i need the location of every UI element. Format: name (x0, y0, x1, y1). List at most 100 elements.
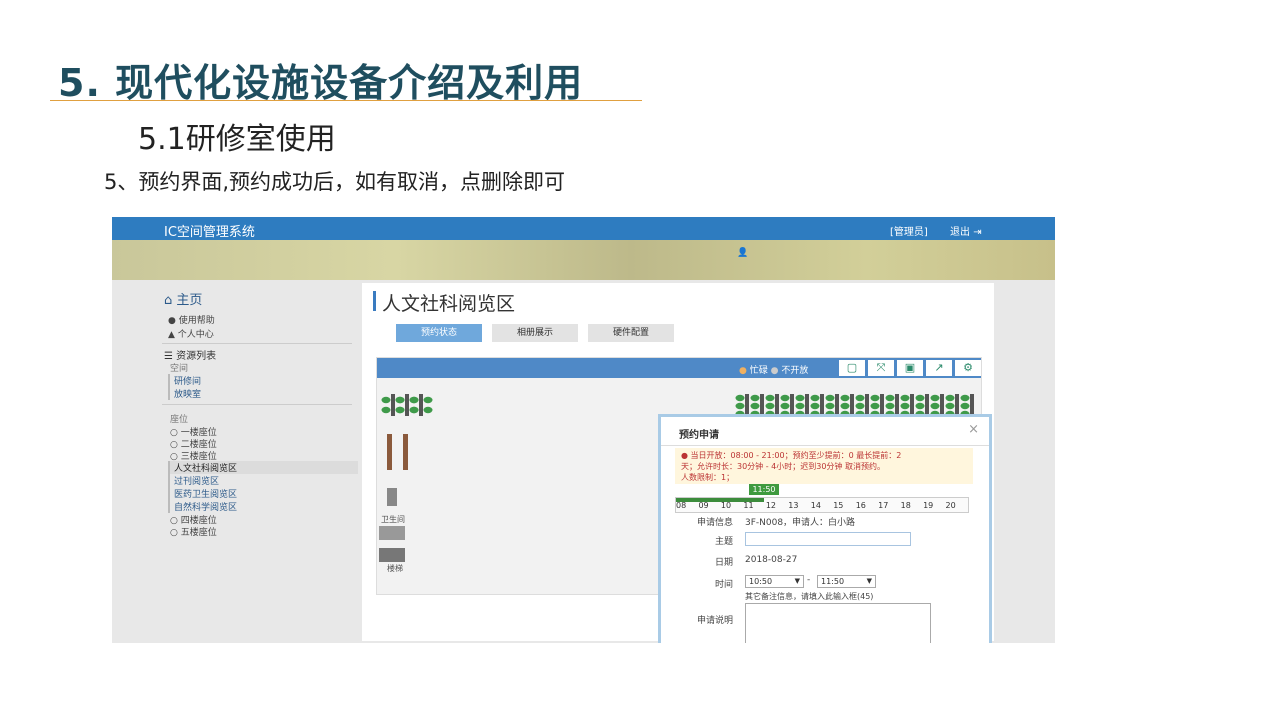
time-tick: 09 (698, 501, 709, 510)
seat[interactable] (409, 406, 419, 414)
help-icon: ● (168, 316, 176, 326)
nav-humanities-area[interactable]: 人文社科阅览区 (168, 461, 358, 474)
seat[interactable] (945, 402, 955, 410)
main-panel: 人文社科阅览区 预约状态 相册展示 硬件配置 ● 忙碌 ● 不开放 ▢ ⤧ ▣ … (362, 283, 994, 643)
label-desc: 申请说明 (696, 616, 733, 626)
seat[interactable] (945, 394, 955, 402)
subject-input[interactable] (745, 532, 911, 546)
app-screenshot: IC空间管理系统 [管理员] 退出 ⇥ 👤 ⌂ 主页 ● 使用帮助 ▲ 个人中心… (112, 217, 1055, 643)
seat[interactable] (750, 402, 760, 410)
tab-album[interactable]: 相册展示 (492, 324, 578, 342)
seat[interactable] (381, 396, 391, 404)
tab-hardware[interactable]: 硬件配置 (588, 324, 674, 342)
table (745, 394, 749, 416)
table (970, 394, 974, 416)
seat[interactable] (795, 402, 805, 410)
seat[interactable] (855, 402, 865, 410)
seat[interactable] (870, 394, 880, 402)
grid-icon[interactable]: ▣ (897, 360, 923, 376)
area-label-restroom: 卫生间 (381, 515, 405, 524)
seat[interactable] (735, 402, 745, 410)
time-tick: 19 (923, 501, 934, 510)
seat[interactable] (780, 402, 790, 410)
tab-booking-status[interactable]: 预约状态 (396, 324, 482, 342)
seat[interactable] (423, 396, 433, 404)
seat[interactable] (409, 396, 419, 404)
seat[interactable] (795, 394, 805, 402)
nav-medical-area[interactable]: 医药卫生阅览区 (168, 487, 358, 500)
seat[interactable] (825, 402, 835, 410)
rule-line: ● 当日开放：08:00 - 21:00；预约至少提前：0 最长提前：2 (681, 451, 902, 460)
seat[interactable] (810, 402, 820, 410)
logout-icon: ⇥ (973, 227, 982, 238)
fit-screen-icon[interactable]: ▢ (839, 360, 865, 376)
booking-dialog: 预约申请 × ● 当日开放：08:00 - 21:00；预约至少提前：0 最长提… (658, 414, 992, 643)
info-value: 3F-N008，申请人：白小路 (745, 518, 856, 528)
seat[interactable] (395, 396, 405, 404)
nav-floor-5[interactable]: ○ 五楼座位 (170, 525, 217, 538)
time-tick: 10 (720, 501, 732, 510)
seat[interactable] (900, 402, 910, 410)
seat[interactable] (885, 402, 895, 410)
seat[interactable] (735, 394, 745, 402)
seat[interactable] (930, 402, 940, 410)
desc-textarea[interactable] (745, 603, 931, 643)
seat[interactable] (395, 406, 405, 414)
seat[interactable] (840, 394, 850, 402)
time-tick: 16 (855, 501, 866, 510)
user-banner: 👤 (112, 240, 1055, 280)
close-icon[interactable]: × (968, 422, 979, 437)
seat[interactable] (855, 394, 865, 402)
seat[interactable] (381, 406, 391, 414)
label-subject: 主题 (714, 537, 733, 547)
slide-note: 5、预约界面,预约成功后，如有取消，点删除即可 (104, 170, 566, 194)
user-avatar-icon: 👤 (737, 248, 749, 258)
home-icon: ⌂ (164, 293, 173, 308)
seat[interactable] (930, 394, 940, 402)
seat[interactable] (780, 394, 790, 402)
fullscreen-icon[interactable]: ⤧ (868, 360, 894, 376)
seat[interactable] (915, 394, 925, 402)
settings-icon[interactable]: ⚙ (955, 360, 981, 376)
seat[interactable] (825, 394, 835, 402)
floor-toolbar: ● 忙碌 ● 不开放 ▢ ⤧ ▣ ↗ ⚙ (377, 358, 981, 378)
nav-science-area[interactable]: 自然科学阅览区 (168, 500, 358, 513)
seat[interactable] (870, 402, 880, 410)
nav-help[interactable]: ● 使用帮助 (168, 313, 215, 326)
seat[interactable] (885, 394, 895, 402)
seat[interactable] (765, 402, 775, 410)
logout-link[interactable]: 退出 ⇥ (950, 223, 982, 238)
table (760, 394, 764, 416)
nav-periodicals-area[interactable]: 过刊阅览区 (168, 474, 358, 487)
seat[interactable] (810, 394, 820, 402)
table (391, 394, 395, 416)
seat[interactable] (960, 402, 970, 410)
nav-study-room[interactable]: 研修间 (168, 374, 358, 387)
seat[interactable] (765, 394, 775, 402)
time-tick: 18 (900, 501, 911, 510)
admin-link[interactable]: [管理员] (890, 223, 928, 238)
table (895, 394, 899, 416)
seat[interactable] (960, 394, 970, 402)
booking-rules-notice: ● 当日开放：08:00 - 21:00；预约至少提前：0 最长提前：2 天；允… (675, 448, 973, 484)
seat[interactable] (750, 394, 760, 402)
resource-list-heading: ☰ 资源列表 (164, 351, 217, 362)
slide-subtitle: 5.1研修室使用 (138, 122, 336, 157)
title-divider (50, 100, 642, 101)
label-date: 日期 (714, 558, 733, 568)
nav-personal[interactable]: ▲ 个人中心 (168, 327, 214, 340)
seat[interactable] (840, 402, 850, 410)
start-time-select[interactable]: 10:50 ▼ (745, 575, 804, 588)
table (805, 394, 809, 416)
time-slider[interactable]: 08 09 10 11 12 13 14 15 16 17 18 19 20 (675, 497, 969, 513)
nav-home[interactable]: ⌂ 主页 (164, 289, 202, 308)
export-icon[interactable]: ↗ (926, 360, 952, 376)
label-time: 时间 (714, 580, 733, 590)
rule-line: 人数限制：1； (681, 473, 735, 482)
nav-screening-room[interactable]: 放映室 (168, 387, 358, 400)
seat[interactable] (900, 394, 910, 402)
seat[interactable] (423, 406, 433, 414)
table (880, 394, 884, 416)
seat[interactable] (915, 402, 925, 410)
end-time-select[interactable]: 11:50 ▼ (817, 575, 876, 588)
